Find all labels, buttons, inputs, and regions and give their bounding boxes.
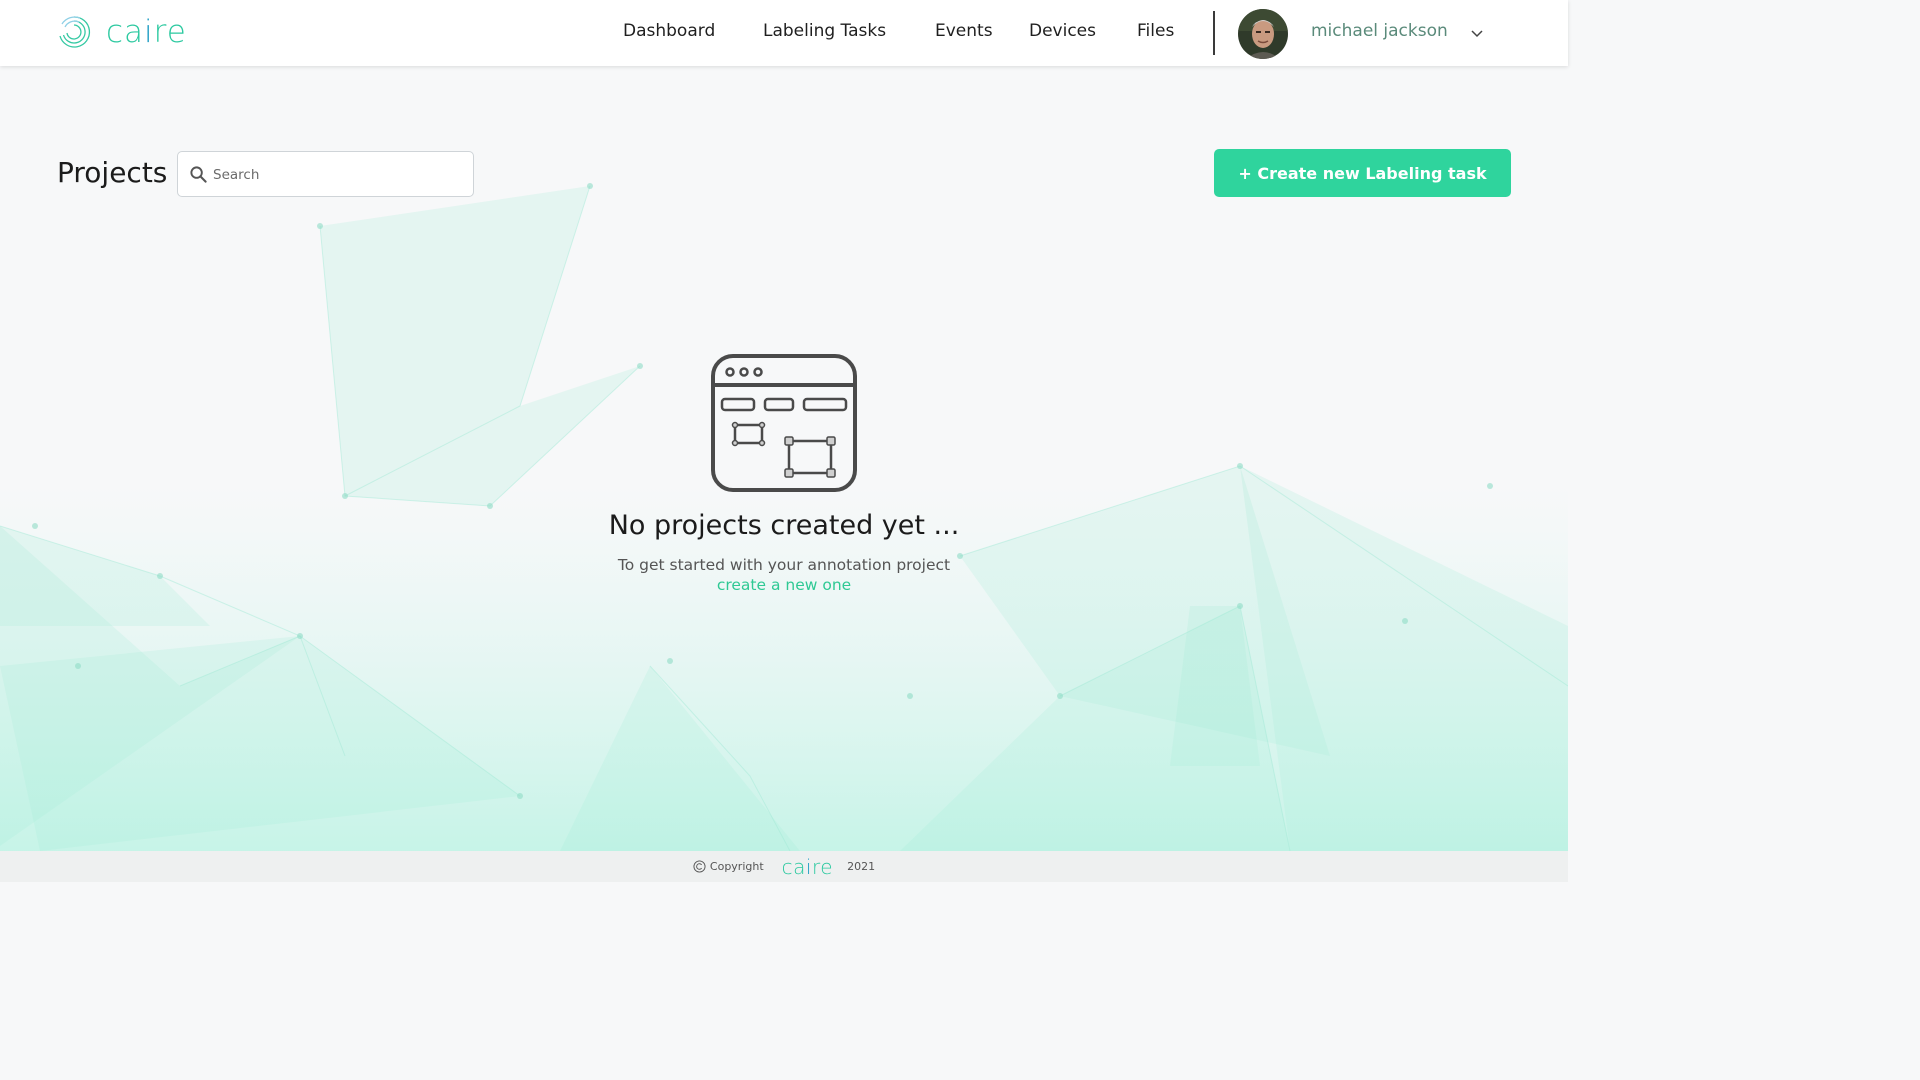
search-input[interactable] <box>213 161 463 189</box>
copyright-icon <box>693 860 706 873</box>
nav-files[interactable]: Files <box>1137 21 1174 41</box>
nav-dashboard[interactable]: Dashboard <box>623 21 715 41</box>
nav-devices[interactable]: Devices <box>1029 21 1096 41</box>
nav-labeling-tasks[interactable]: Labeling Tasks <box>763 21 886 41</box>
page-title: Projects <box>57 156 168 189</box>
footer-brand-wordmark: caire <box>781 854 834 879</box>
nav-divider <box>1213 11 1215 55</box>
copyright-label: Copyright <box>709 860 764 873</box>
search-field[interactable] <box>177 151 474 197</box>
nav-events[interactable]: Events <box>935 21 993 41</box>
user-name[interactable]: michael jackson <box>1311 21 1448 41</box>
user-avatar[interactable] <box>1238 9 1288 59</box>
empty-state-title: No projects created yet ... <box>608 510 960 541</box>
empty-state-subtitle: To get started with your annotation proj… <box>617 556 951 574</box>
chevron-down-icon[interactable] <box>1468 24 1486 42</box>
copyright-year: 2021 <box>847 860 876 873</box>
search-icon <box>190 166 207 183</box>
empty-browser-illustration-icon <box>711 354 857 492</box>
footer: Copyright caire 2021 <box>0 851 1568 882</box>
create-labeling-task-button[interactable]: + Create new Labeling task <box>1214 149 1511 197</box>
create-new-project-link[interactable]: create a new one <box>717 576 851 594</box>
top-navbar: caire Dashboard Labeling Tasks Events De… <box>0 0 1568 66</box>
